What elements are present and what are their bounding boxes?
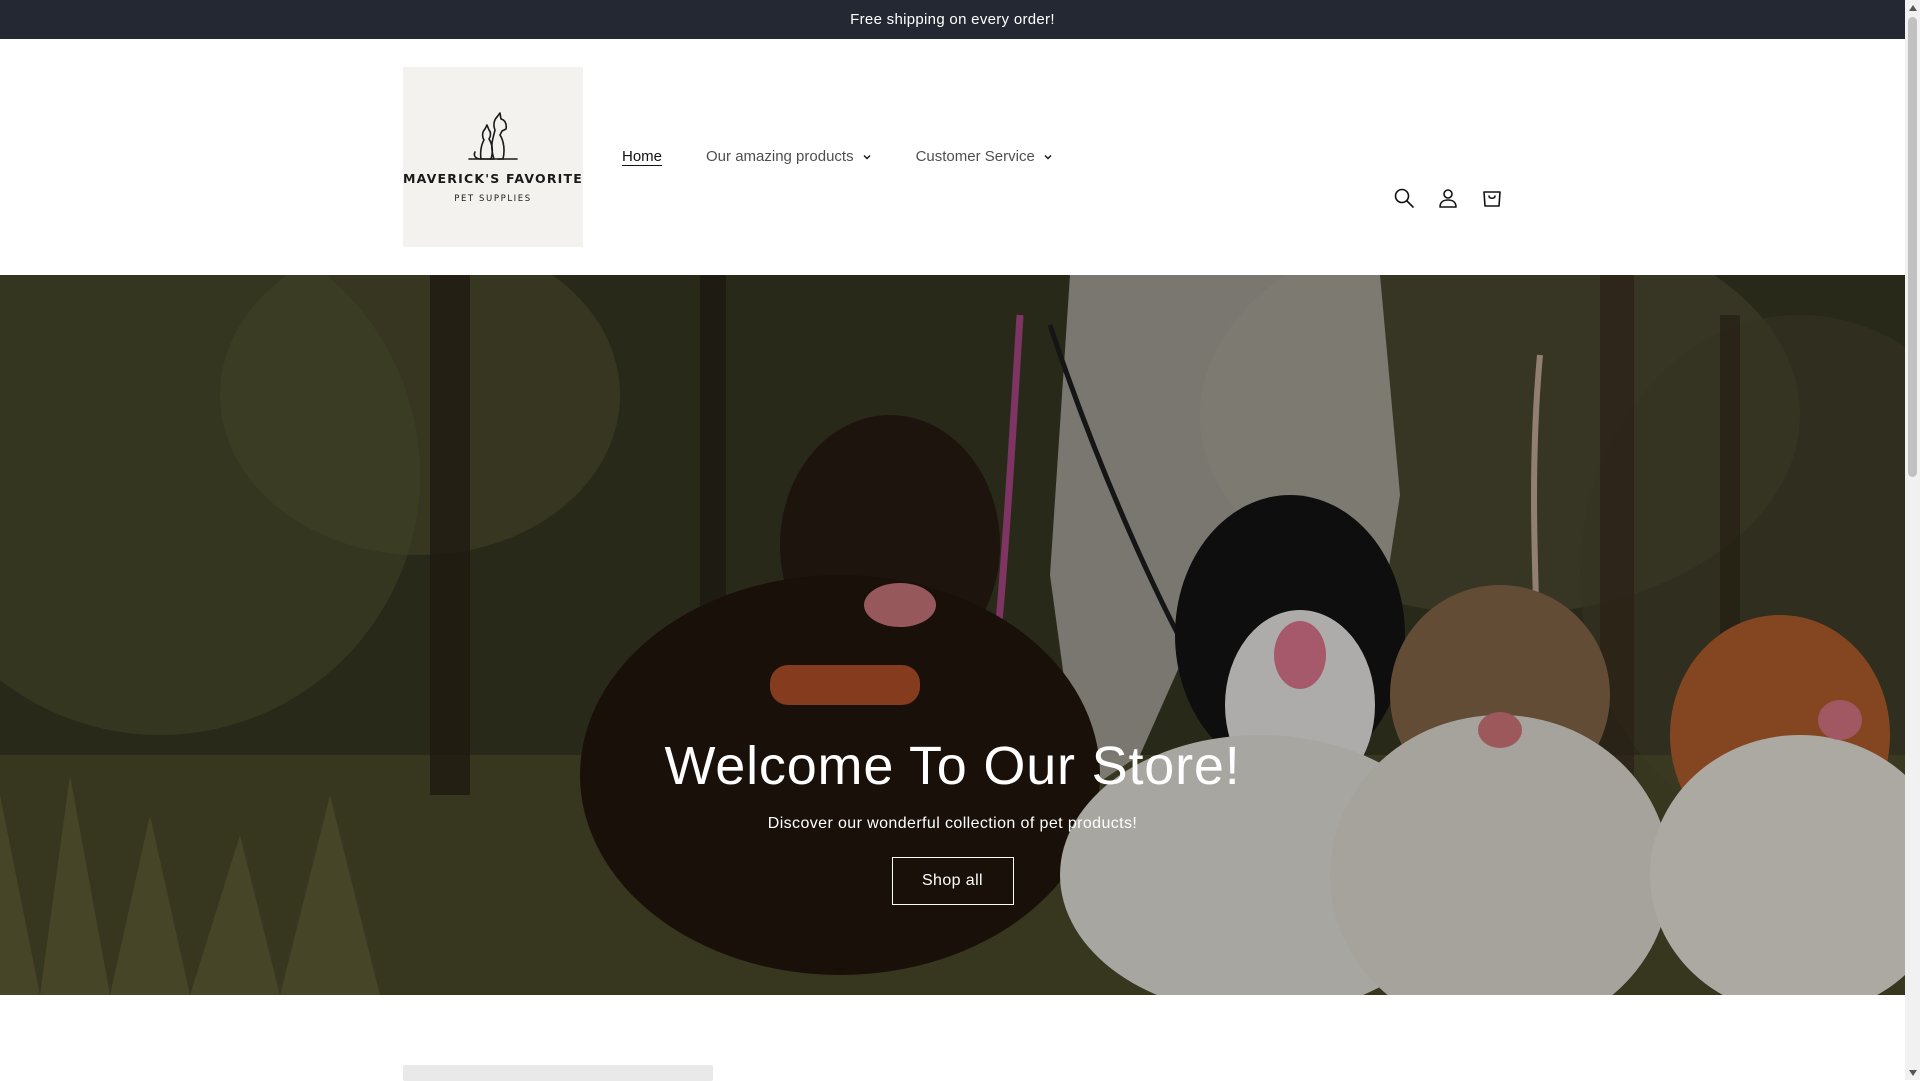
nav-item-label: Home [622, 148, 663, 165]
account-icon [1439, 189, 1457, 208]
cart-icon [1483, 191, 1501, 207]
scroll-up-icon[interactable] [1905, 0, 1920, 15]
next-section [0, 995, 1905, 1081]
hero-subtitle: Discover our wonderful collection of pet… [767, 815, 1138, 832]
scroll-down-icon[interactable] [1905, 1065, 1920, 1080]
header-icons [1382, 176, 1514, 220]
logo-title: MAVERICK'S FAVORITE [403, 170, 583, 186]
nav-item-label: Customer Service [915, 148, 1035, 165]
nav-item-home[interactable]: Home [612, 142, 672, 171]
search-button[interactable] [1382, 176, 1426, 220]
page-scrollbar[interactable] [1905, 0, 1920, 1080]
main-nav: Home Our amazing products Customer Servi… [612, 142, 1087, 171]
hero-banner: Welcome To Our Store! Discover our wonde… [0, 275, 1905, 995]
search-icon [1394, 188, 1414, 208]
chevron-down-icon [863, 154, 871, 159]
announcement-text: Free shipping on every order! [850, 11, 1055, 28]
scrollbar-thumb[interactable] [1908, 17, 1917, 477]
cart-button[interactable] [1470, 176, 1514, 220]
nav-item-customer-service[interactable]: Customer Service [906, 142, 1063, 171]
logo-subtitle: PET SUPPLIES [454, 193, 532, 204]
site-header: MAVERICK'S FAVORITE PET SUPPLIES Home Ou… [0, 39, 1905, 276]
account-button[interactable] [1426, 176, 1470, 220]
section-heading-placeholder [403, 1065, 713, 1081]
nav-item-label: Our amazing products [706, 148, 854, 165]
chevron-down-icon [1044, 154, 1052, 159]
cat-dog-silhouette-icon [468, 111, 518, 160]
announcement-bar: Free shipping on every order! [0, 0, 1905, 39]
hero-content: Welcome To Our Store! Discover our wonde… [0, 735, 1905, 905]
store-logo[interactable]: MAVERICK'S FAVORITE PET SUPPLIES [403, 67, 583, 247]
nav-item-products[interactable]: Our amazing products [696, 142, 882, 171]
shop-all-button[interactable]: Shop all [891, 857, 1014, 905]
hero-title: Welcome To Our Store! [664, 736, 1241, 796]
